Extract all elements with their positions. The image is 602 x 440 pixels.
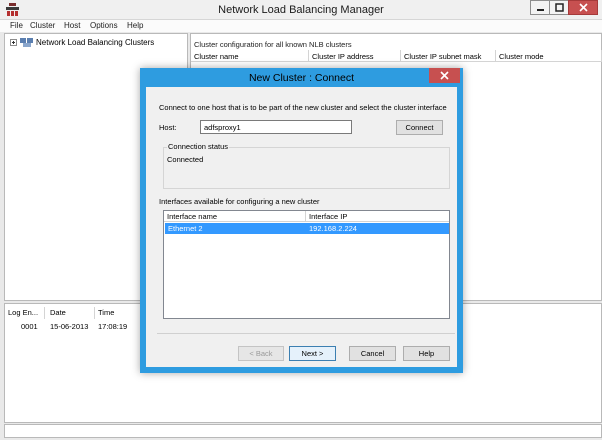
dialog-title: New Cluster : Connect [248,72,355,84]
dialog-close-button[interactable] [429,68,460,83]
menu-host[interactable]: Host [64,21,80,30]
close-icon [440,71,449,80]
dialog-instruction: Connect to one host that is to be part o… [159,103,447,112]
dialog-separator [157,333,455,334]
minimize-icon [536,9,544,11]
col-cluster-subnet[interactable]: Cluster IP subnet mask [401,50,496,62]
menu-file[interactable]: File [10,21,23,30]
menu-bar: File Cluster Host Options Help [0,20,602,32]
tree-expand-icon[interactable] [10,39,17,46]
host-label: Host: [159,123,177,132]
cluster-pane-caption: Cluster configuration for all known NLB … [194,40,352,49]
col-cluster-ip[interactable]: Cluster IP address [309,50,401,62]
interface-name-cell: Ethernet 2 [168,224,203,233]
dialog-titlebar[interactable]: New Cluster : Connect [140,68,463,87]
window-title: Network Load Balancing Manager [218,4,384,16]
back-button[interactable]: < Back [238,346,284,361]
connection-status-value: Connected [167,155,204,164]
minimize-button[interactable] [530,0,549,15]
log-time-cell: 17:08:19 [98,322,128,331]
interface-row[interactable]: Ethernet 2 192.168.2.224 [165,223,449,234]
connect-button[interactable]: Connect [396,120,443,135]
new-cluster-dialog: New Cluster : Connect Connect to one hos… [140,68,463,373]
log-col-date[interactable]: Date [47,307,95,319]
close-button[interactable] [568,0,598,15]
log-col-time[interactable]: Time [95,307,143,319]
log-entry-cell: 0001 [21,322,38,331]
cancel-button[interactable]: Cancel [349,346,396,361]
log-date-cell: 15-06-2013 [50,322,89,331]
tree-root-label[interactable]: Network Load Balancing Clusters [36,38,154,47]
next-button[interactable]: Next > [289,346,336,361]
host-input[interactable] [200,120,352,134]
iface-col-name[interactable]: Interface name [164,211,306,222]
help-button[interactable]: Help [403,346,450,361]
close-icon [578,3,588,12]
maximize-icon [554,3,564,12]
main-titlebar: Network Load Balancing Manager [0,0,602,20]
clusters-icon [20,38,33,47]
interface-ip-cell: 192.168.2.224 [309,224,357,233]
interfaces-list[interactable]: Interface name Interface IP Ethernet 2 1… [163,210,450,319]
col-cluster-mode[interactable]: Cluster mode [496,50,602,62]
menu-help[interactable]: Help [127,21,143,30]
iface-col-ip[interactable]: Interface IP [306,211,449,222]
maximize-button[interactable] [549,0,568,15]
status-bar [4,424,602,438]
connection-status-group [163,147,450,189]
menu-cluster[interactable]: Cluster [30,21,55,30]
menu-options[interactable]: Options [90,21,118,30]
interfaces-label: Interfaces available for configuring a n… [159,197,320,206]
connection-status-label: Connection status [167,142,230,151]
log-col-entry[interactable]: Log En... [5,307,45,319]
col-cluster-name[interactable]: Cluster name [191,50,309,62]
